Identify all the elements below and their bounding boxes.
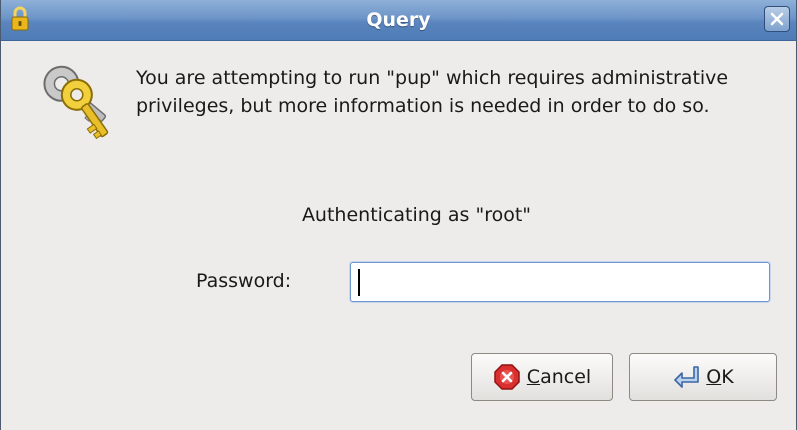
close-icon bbox=[770, 12, 784, 26]
query-dialog-window: Query You are attempting to run "pup" wh… bbox=[0, 0, 797, 430]
keys-icon bbox=[43, 65, 109, 140]
dialog-message: You are attempting to run "pup" which re… bbox=[136, 67, 729, 117]
ok-label: OK bbox=[706, 366, 733, 388]
ok-button[interactable]: OK bbox=[629, 353, 777, 401]
return-arrow-icon bbox=[674, 366, 700, 388]
cancel-label: Cancel bbox=[527, 366, 591, 388]
password-field[interactable] bbox=[350, 262, 770, 302]
text-caret bbox=[358, 269, 360, 296]
ok-mnemonic: O bbox=[706, 366, 722, 388]
window-title: Query bbox=[366, 9, 431, 31]
auth-status-text: Authenticating as "root" bbox=[301, 204, 532, 226]
cancel-label-rest: ancel bbox=[540, 366, 592, 388]
cancel-mnemonic: C bbox=[526, 366, 541, 388]
auth-status-line: Authenticating as "root" bbox=[1, 204, 796, 226]
password-label: Password: bbox=[196, 270, 292, 292]
title-bar[interactable]: Query bbox=[1, 0, 796, 41]
stop-icon bbox=[494, 364, 520, 390]
ok-label-rest: K bbox=[721, 366, 734, 388]
close-button[interactable] bbox=[764, 6, 790, 32]
cancel-button[interactable]: Cancel bbox=[471, 353, 613, 401]
